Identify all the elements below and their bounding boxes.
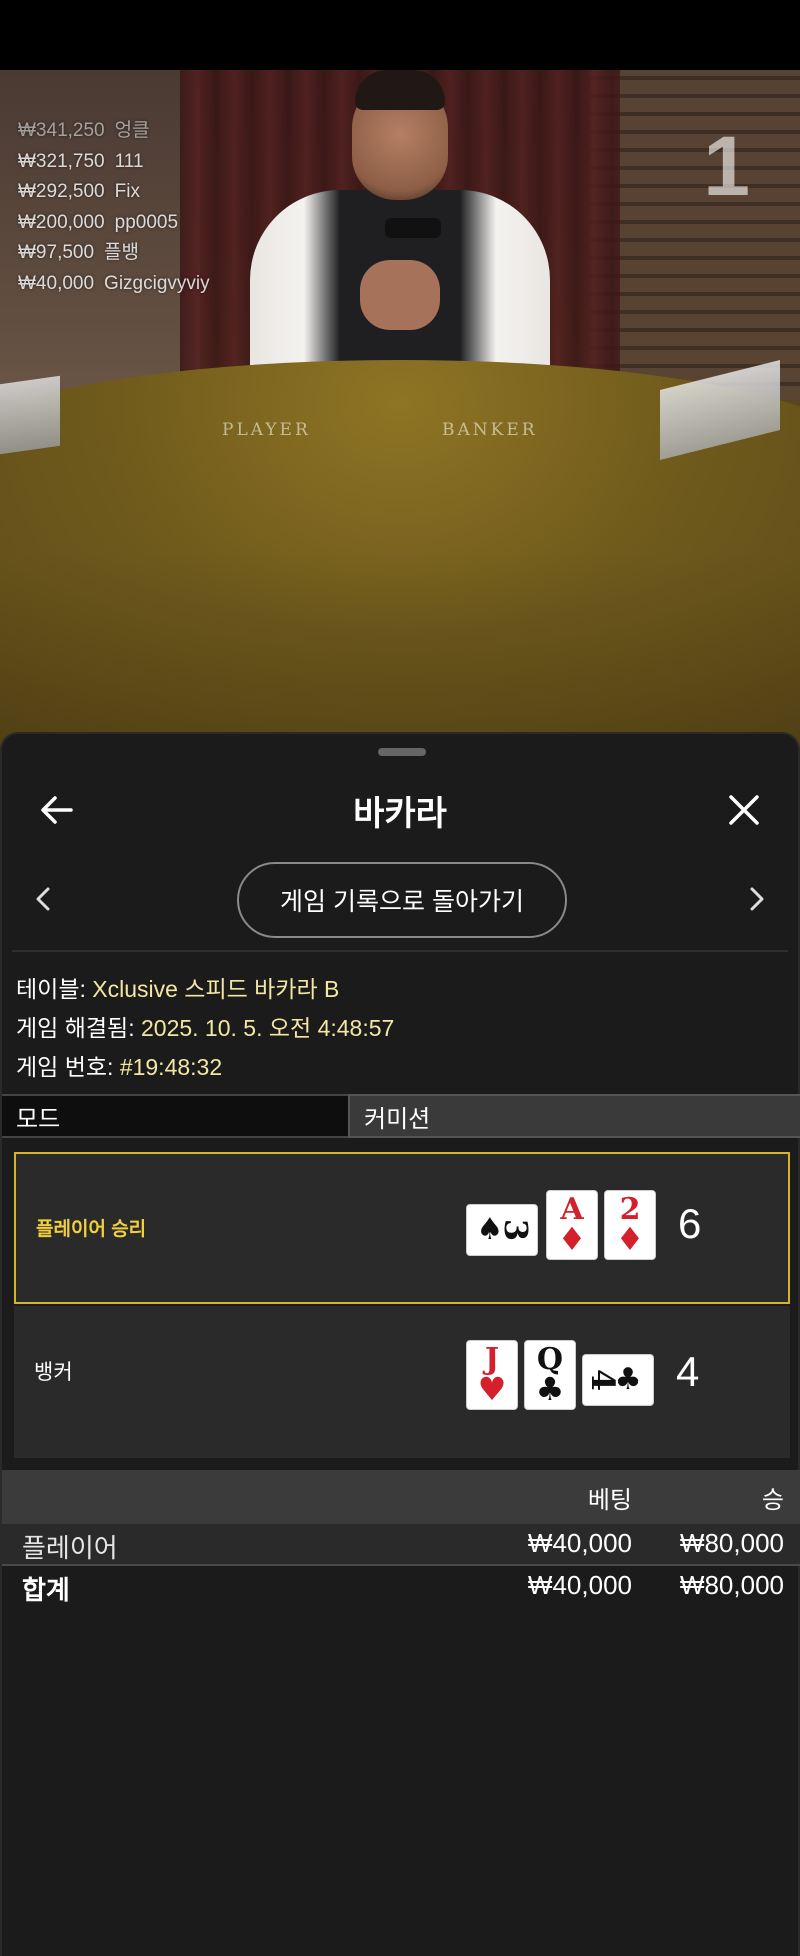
previous-game-button[interactable] [18, 874, 68, 924]
total-label: 합계 [22, 1575, 70, 1605]
winner-row: ₩341,250 엉클 [18, 116, 210, 147]
column-header-win: 승 [761, 1487, 784, 1514]
winner-name: 111 [114, 150, 144, 172]
sheet-title: 바카라 [353, 795, 447, 833]
background-lattice [590, 70, 800, 400]
winner-name: 엉클 [114, 120, 150, 141]
tab-mode[interactable]: 모드 [2, 1094, 348, 1138]
total-row: 합계 ₩40,000 ₩80,000 [2, 1566, 800, 1608]
table-label-banker: BANKER [442, 420, 538, 440]
back-to-history-button[interactable]: 게임 기록으로 돌아가기 [237, 862, 567, 938]
winner-row: ₩200,000 pp0005 [18, 208, 210, 239]
winner-amount: ₩97,500 [18, 242, 95, 263]
card-jack-hearts: J ♥ [466, 1340, 518, 1410]
winner-amount: ₩292,500 [18, 181, 105, 202]
tab-commission[interactable]: 커미션 [348, 1094, 800, 1138]
card-ace-diamonds: A ♦ [546, 1190, 598, 1260]
close-button[interactable] [714, 780, 774, 840]
bets-table: 베팅 승 플레이어 ₩40,000 ₩80,000 합계 ₩40,000 ₩80… [2, 1470, 800, 1608]
winner-row: ₩40,000 Gizgcigvyviy [18, 269, 210, 300]
info-label: 게임 해결됨: [16, 1015, 135, 1041]
sheet-header: 바카라 [2, 774, 798, 854]
winner-name: Gizgcigvyviy [104, 272, 210, 294]
game-nav-row: 게임 기록으로 돌아가기 [2, 860, 798, 942]
winner-row: ₩97,500 플뱅 [18, 238, 210, 269]
info-label: 게임 번호: [16, 1054, 114, 1080]
chevron-right-icon [750, 887, 764, 911]
bet-type: 플레이어 [22, 1533, 118, 1563]
chevron-left-icon [36, 887, 50, 911]
bets-table-header: 베팅 승 [2, 1470, 800, 1524]
status-bar [0, 0, 800, 70]
dealer-bowtie [385, 218, 441, 238]
winner-row: ₩292,500 Fix [18, 177, 210, 208]
banker-hand-panel: 뱅커 J ♥ Q ♣ 4 ♣ 4 [14, 1306, 790, 1458]
total-bet-amount: ₩40,000 [527, 1570, 632, 1600]
info-value: #19:48:32 [119, 1054, 223, 1080]
game-detail-sheet: 바카라 게임 기록으로 돌아가기 테이블: Xclusive 스피드 바카라 B… [0, 732, 800, 1956]
next-game-button[interactable] [732, 874, 782, 924]
info-table-row: 테이블: Xclusive 스피드 바카라 B [16, 970, 394, 1009]
info-value: Xclusive 스피드 바카라 B [92, 976, 340, 1002]
drag-handle[interactable] [378, 748, 426, 756]
banker-hand-total: 4 [676, 1348, 700, 1395]
card-4-clubs: 4 ♣ [582, 1354, 654, 1406]
winner-amount: ₩341,250 [18, 120, 105, 141]
view-tabs: 모드 커미션 [2, 1094, 800, 1140]
card-suit: ♥ [477, 1370, 507, 1408]
table-label-player: PLAYER [222, 420, 311, 440]
dealer-hair [355, 70, 445, 110]
card-suit: ♦ [615, 1220, 645, 1258]
card-queen-clubs: Q ♣ [524, 1340, 576, 1410]
table-row: 플레이어 ₩40,000 ₩80,000 [2, 1524, 800, 1566]
winner-amount: ₩40,000 [18, 272, 95, 294]
card-shoe-left [0, 375, 60, 455]
divider [12, 950, 788, 952]
winner-name: 플뱅 [104, 242, 140, 263]
info-value: 2025. 10. 5. 오전 4:48:57 [140, 1015, 395, 1041]
close-icon [729, 795, 759, 825]
player-hand-panel: 플레이어 승리 ♠ 3 A ♦ 2 ♦ 6 [14, 1152, 790, 1304]
column-header-bet: 베팅 [587, 1487, 632, 1514]
dealer-hands [360, 260, 440, 330]
info-game-number-row: 게임 번호: #19:48:32 [16, 1048, 394, 1087]
winner-name: pp0005 [114, 211, 179, 233]
card-suit: ♦ [557, 1220, 587, 1258]
player-hand-total: 6 [678, 1200, 702, 1247]
card-rank: 3 [497, 1218, 536, 1242]
winner-name: Fix [114, 181, 140, 202]
info-resolved-row: 게임 해결됨: 2025. 10. 5. 오전 4:48:57 [16, 1009, 394, 1048]
card-3-spades: ♠ 3 [466, 1204, 538, 1256]
player-hand-label: 플레이어 승리 [36, 1219, 147, 1240]
winner-row: ₩321,750 111 [18, 147, 210, 178]
winner-amount: ₩200,000 [18, 211, 105, 233]
info-label: 테이블: [16, 976, 86, 1002]
card-suit: ♣ [535, 1370, 565, 1408]
banker-hand-label: 뱅커 [34, 1361, 73, 1384]
game-info: 테이블: Xclusive 스피드 바카라 B 게임 해결됨: 2025. 10… [16, 970, 394, 1087]
win-amount: ₩80,000 [679, 1528, 784, 1558]
winners-list: ₩341,250 엉클 ₩321,750 111 ₩292,500 Fix ₩200,… [18, 116, 210, 299]
winner-amount: ₩321,750 [18, 150, 105, 172]
card-rank: 4 [584, 1368, 623, 1392]
card-2-diamonds: 2 ♦ [604, 1190, 656, 1260]
round-number: 1 [703, 119, 750, 213]
total-win-amount: ₩80,000 [679, 1570, 784, 1600]
video-fade [0, 550, 800, 750]
bet-amount: ₩40,000 [527, 1528, 632, 1558]
